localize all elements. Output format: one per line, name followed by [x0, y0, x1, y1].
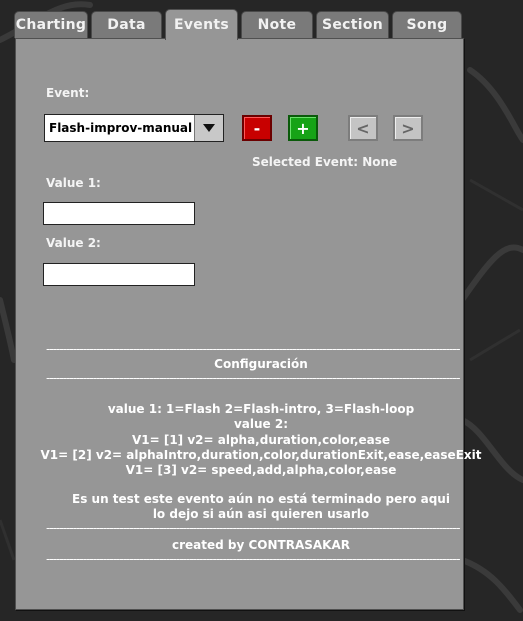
divider: ----------------------------------------… [46, 343, 460, 355]
tab-note[interactable]: Note [241, 11, 313, 38]
info-line: V1= [3] v2= speed,add,alpha,color,ease [125, 463, 397, 477]
note-line: lo dejo si aún asi quieren usarlo [152, 507, 370, 521]
event-dropdown-value: Flash-improv-manual [49, 121, 193, 135]
event-label: Event: [46, 86, 90, 100]
credit-text: created by CONTRASAKAR [171, 538, 351, 552]
config-heading: Configuración [214, 357, 308, 371]
info-line: V1= [1] v2= alpha,duration,color,ease [131, 433, 391, 447]
info-line: value 1: 1=Flash 2=Flash-intro, 3=Flash-… [107, 402, 415, 416]
divider: ----------------------------------------… [46, 553, 460, 565]
value1-input[interactable] [43, 202, 195, 225]
next-event-button[interactable]: > [393, 115, 423, 141]
add-event-button[interactable]: + [288, 115, 318, 141]
value2-label: Value 2: [46, 236, 101, 250]
tab-events[interactable]: Events [165, 9, 238, 40]
info-line: value 2: [233, 417, 289, 431]
tab-charting[interactable]: Charting [14, 11, 88, 38]
tab-data[interactable]: Data [91, 11, 162, 38]
tab-song[interactable]: Song [392, 11, 462, 38]
previous-event-button[interactable]: < [348, 115, 378, 141]
selected-event-status: Selected Event: None [252, 155, 398, 169]
note-line: Es un test este evento aún no está termi… [72, 492, 450, 506]
tab-section[interactable]: Section [316, 11, 389, 38]
divider: ----------------------------------------… [46, 522, 460, 534]
event-dropdown[interactable]: Flash-improv-manual [44, 114, 224, 142]
remove-event-button[interactable]: - [242, 115, 272, 141]
value2-input[interactable] [43, 263, 195, 286]
value1-label: Value 1: [46, 176, 101, 190]
dropdown-arrow-icon[interactable] [194, 115, 223, 141]
info-line: V1= [2] v2= alphaIntro,duration,color,du… [40, 448, 482, 462]
divider: ----------------------------------------… [46, 372, 460, 384]
